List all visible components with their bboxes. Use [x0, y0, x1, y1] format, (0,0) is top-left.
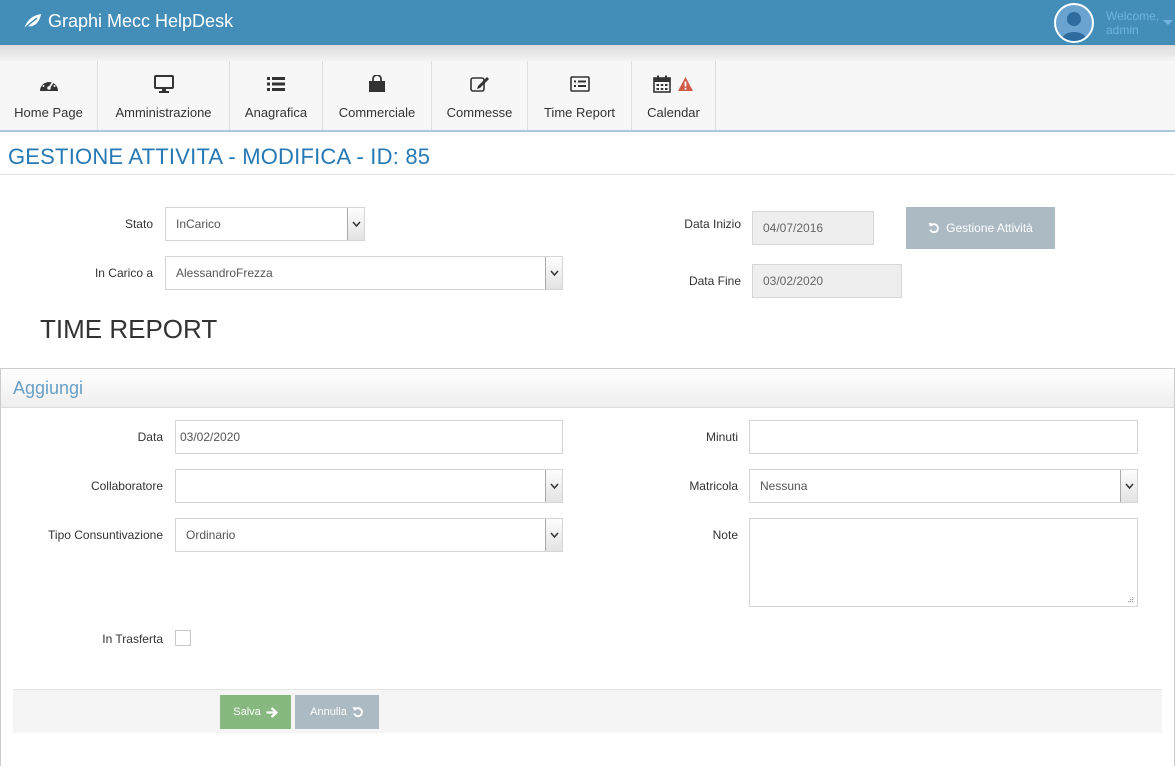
- collaboratore-select[interactable]: [175, 469, 563, 503]
- nav-item-home-page[interactable]: Home Page: [0, 61, 98, 130]
- matricola-value: Nessuna: [760, 479, 808, 493]
- nav-label: Home Page: [14, 105, 83, 120]
- salva-label: Salva: [233, 706, 261, 718]
- gestione-attivita-button[interactable]: Gestione Attività: [906, 207, 1055, 249]
- matricola-select[interactable]: Nessuna: [749, 469, 1138, 503]
- nav-item-calendar[interactable]: Calendar: [632, 61, 716, 130]
- nav-label: Anagrafica: [244, 105, 308, 120]
- chevron-down-icon[interactable]: [347, 208, 364, 240]
- nav-item-amministrazione[interactable]: Amministrazione: [98, 61, 230, 130]
- list-icon: [266, 74, 286, 94]
- avatar[interactable]: [1054, 2, 1094, 43]
- nav-label: Amministrazione: [115, 105, 212, 120]
- data-label: Data: [137, 430, 163, 444]
- tipo-consuntivazione-value: Ordinario: [186, 528, 236, 542]
- edit-icon: [469, 74, 490, 94]
- nav-item-time-report[interactable]: Time Report: [528, 61, 632, 130]
- calendar-nav-icons: [653, 74, 694, 94]
- main-nav: Home Page Amministrazione Anagrafica Com…: [0, 61, 1175, 132]
- tipo-consuntivazione-label: Tipo Consuntivazione: [48, 528, 163, 542]
- stato-value: InCarico: [176, 217, 221, 231]
- leaf-icon: [22, 13, 41, 31]
- divider: [0, 174, 1175, 175]
- shopping-bag-icon: [367, 74, 387, 94]
- user-menu[interactable]: Welcome, admin: [1042, 0, 1175, 45]
- welcome-label: Welcome,: [1106, 8, 1160, 23]
- data-fine-label: Data Fine: [688, 274, 741, 288]
- desktop-icon: [153, 74, 174, 94]
- nav-label: Time Report: [543, 105, 616, 120]
- in-carico-value: AlessandroFrezza: [176, 266, 273, 280]
- gestione-attivita-label: Gestione Attività: [946, 221, 1033, 235]
- page-title: GESTIONE ATTIVITA - MODIFICA - ID: 85: [8, 144, 431, 169]
- form-actions: [13, 689, 1162, 733]
- data-inizio-label: Data Inizio: [684, 217, 741, 231]
- in-carico-label: In Carico a: [94, 266, 153, 280]
- resize-grip-icon[interactable]: [1126, 595, 1134, 603]
- note-textarea[interactable]: [749, 518, 1138, 607]
- stato-label: Stato: [124, 217, 153, 231]
- nav-label: Calendar: [647, 105, 700, 120]
- in-trasferta-label: In Trasferta: [102, 632, 163, 646]
- minuti-field[interactable]: [749, 420, 1138, 454]
- annulla-button[interactable]: Annulla: [295, 695, 379, 729]
- nav-label: Commesse: [446, 105, 513, 120]
- annulla-label: Annulla: [310, 706, 347, 718]
- list-alt-icon: [569, 74, 590, 94]
- chevron-down-icon[interactable]: [545, 519, 562, 551]
- brand[interactable]: Graphi Mecc HelpDesk: [22, 11, 233, 32]
- arrow-right-icon: [266, 706, 278, 718]
- stato-select[interactable]: InCarico: [165, 207, 365, 241]
- note-label: Note: [712, 528, 738, 542]
- data-field[interactable]: 03/02/2020: [175, 420, 563, 454]
- user-icon: [1061, 11, 1087, 41]
- undo-icon: [352, 707, 363, 718]
- top-navbar: Graphi Mecc HelpDesk Welcome, admin: [0, 0, 1175, 45]
- in-carico-select[interactable]: AlessandroFrezza: [165, 256, 563, 290]
- nav-item-commerciale[interactable]: Commerciale: [323, 61, 432, 130]
- navbar-shadow: [0, 45, 1175, 61]
- in-trasferta-checkbox[interactable]: [175, 630, 191, 646]
- widget-header: Aggiungi: [1, 369, 1174, 408]
- calendar-icon: [653, 75, 671, 93]
- chevron-down-icon[interactable]: [545, 257, 562, 289]
- salva-button[interactable]: Salva: [220, 695, 291, 729]
- chevron-down-icon[interactable]: [545, 470, 562, 502]
- data-fine-field[interactable]: 03/02/2020: [752, 264, 902, 298]
- undo-icon: [928, 223, 939, 234]
- matricola-label: Matricola: [689, 479, 738, 493]
- collaboratore-label: Collaboratore: [90, 479, 163, 493]
- tipo-consuntivazione-select[interactable]: Ordinario: [175, 518, 563, 552]
- minuti-label: Minuti: [705, 430, 738, 444]
- nav-item-anagrafica[interactable]: Anagrafica: [230, 61, 323, 130]
- app-title: Graphi Mecc HelpDesk: [48, 11, 234, 31]
- section-title: TIME REPORT: [40, 314, 218, 344]
- nav-item-commesse[interactable]: Commesse: [432, 61, 528, 130]
- dashboard-icon: [39, 74, 59, 94]
- welcome-text: Welcome, admin: [1106, 9, 1159, 37]
- nav-label: Commerciale: [338, 105, 416, 120]
- chevron-down-icon[interactable]: [1120, 470, 1137, 502]
- user-name: admin: [1106, 22, 1139, 37]
- widget-title: Aggiungi: [13, 377, 84, 398]
- warning-icon: [678, 77, 693, 91]
- caret-down-icon[interactable]: [1163, 20, 1173, 25]
- data-inizio-field[interactable]: 04/07/2016: [752, 211, 874, 245]
